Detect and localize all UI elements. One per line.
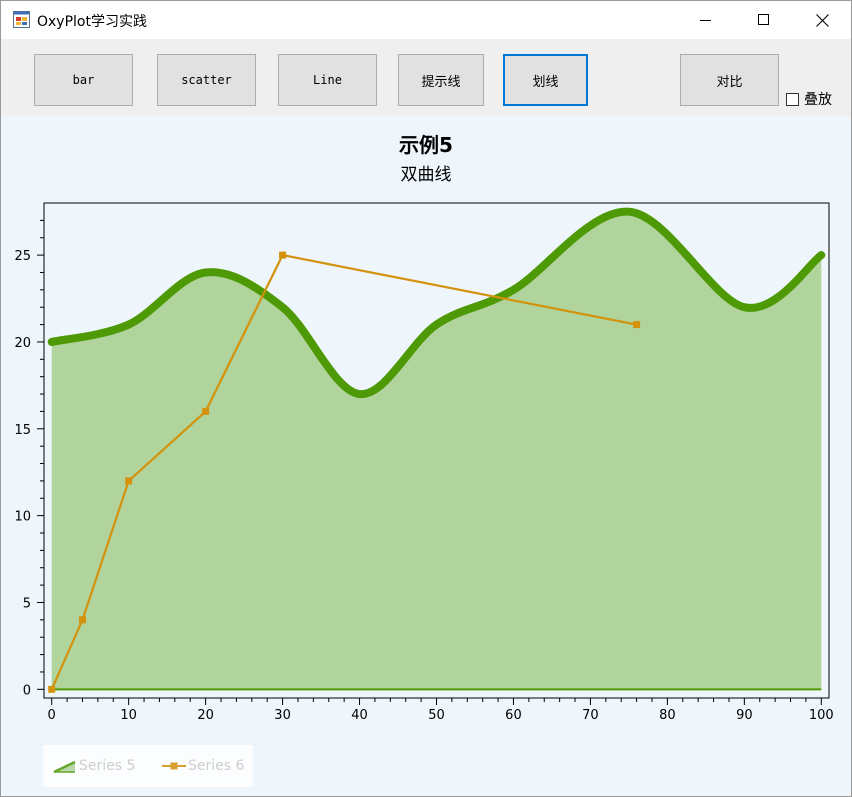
- close-icon: [815, 13, 829, 27]
- overlay-checkbox[interactable]: [786, 92, 799, 106]
- x-tick-label: 40: [351, 708, 368, 723]
- series-5-area-fill: [51, 211, 822, 690]
- overlay-label: 叠放: [804, 92, 832, 108]
- legend-item-series-5: Series 5: [53, 758, 135, 774]
- app-form-icon: [13, 11, 30, 28]
- y-tick-label: 15: [14, 423, 31, 438]
- x-tick-label: 0: [48, 708, 56, 723]
- x-tick-label: 70: [582, 708, 599, 723]
- series-6-point: [125, 477, 133, 485]
- legend-item-series-6: Series 6: [161, 758, 244, 774]
- area-series-icon: [53, 760, 76, 774]
- x-tick-label: 100: [809, 708, 834, 723]
- series-6-point: [48, 685, 56, 693]
- close-button[interactable]: [793, 1, 851, 39]
- toolbar: bar scatter Line 提示线 划线 对比 叠放: [1, 39, 851, 116]
- window-title: OxyPlot学习实践: [37, 14, 147, 30]
- x-tick-label: 60: [505, 708, 522, 723]
- x-tick-label: 50: [428, 708, 445, 723]
- y-tick-label: 0: [23, 683, 31, 698]
- minimize-button[interactable]: [677, 1, 735, 39]
- series-6-point: [633, 321, 641, 329]
- compare-button[interactable]: 对比: [680, 54, 779, 106]
- maximize-icon: [758, 14, 769, 25]
- y-tick-label: 20: [14, 336, 31, 351]
- chart-legend: Series 5 Series 6: [43, 745, 253, 787]
- line-button[interactable]: Line: [278, 54, 377, 106]
- title-bar[interactable]: OxyPlot学习实践: [1, 1, 851, 39]
- x-tick-label: 10: [120, 708, 137, 723]
- maximize-button[interactable]: [735, 1, 793, 39]
- y-tick-label: 5: [23, 596, 31, 611]
- x-tick-label: 20: [197, 708, 214, 723]
- x-tick-label: 30: [274, 708, 291, 723]
- bar-button[interactable]: bar: [34, 54, 133, 106]
- legend-label: Series 6: [188, 758, 245, 774]
- tip-line-button[interactable]: 提示线: [398, 54, 484, 106]
- plot-view[interactable]: 示例5 双曲线 0 10 20 30 40 50 60 70 80 90 100 0 5 10 15 20 25…: [1, 116, 851, 796]
- x-tick-label: 90: [736, 708, 753, 723]
- series-6-point: [78, 616, 86, 624]
- minimize-icon: [700, 20, 711, 21]
- series-6-point: [279, 251, 287, 259]
- scatter-button[interactable]: scatter: [157, 54, 256, 106]
- chart-canvas: 0 10 20 30 40 50 60 70 80 90 100 0 5 10 15 20 25: [14, 202, 834, 723]
- y-tick-label: 25: [14, 249, 31, 264]
- y-tick-label: 10: [14, 510, 31, 525]
- overlay-checkbox-group[interactable]: 叠放: [786, 89, 832, 109]
- legend-label: Series 5: [79, 758, 136, 774]
- series-6-point: [202, 407, 210, 415]
- line-square-marker-icon: [162, 762, 186, 770]
- main-window: OxyPlot学习实践 bar scatter Line 提示线 划线 对比 叠…: [0, 0, 852, 797]
- x-tick-label: 80: [659, 708, 676, 723]
- draw-line-button[interactable]: 划线: [503, 54, 588, 106]
